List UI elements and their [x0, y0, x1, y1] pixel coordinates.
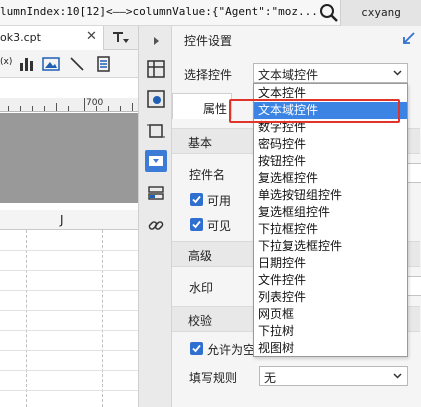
expand-arrow-icon[interactable] — [145, 30, 167, 52]
cell-attributes-icon[interactable] — [145, 58, 167, 80]
dropdown-option[interactable]: 复选框控件 — [254, 170, 407, 187]
dropdown-option[interactable]: 数字控件 — [254, 119, 407, 136]
widget-settings-icon[interactable] — [145, 150, 167, 172]
allow-empty-checkbox[interactable] — [190, 342, 203, 355]
tab-attributes[interactable]: 属性 — [172, 93, 232, 119]
widget-type-dropdown[interactable]: 文本控件 文本域控件 数字控件 密码控件 按钮控件 复选框控件 单选按钮组控件 … — [253, 83, 408, 357]
tab-menu-icon[interactable] — [108, 28, 132, 48]
dropdown-option[interactable]: 密码控件 — [254, 136, 407, 153]
column-header-j[interactable]: J — [60, 213, 64, 227]
spreadsheet-grid[interactable]: J — [0, 210, 138, 407]
hyperlink-icon[interactable] — [145, 214, 167, 236]
fill-rule-label: 填写规则 — [189, 371, 238, 385]
search-icon[interactable] — [318, 2, 340, 24]
dropdown-option[interactable]: 网页框 — [254, 306, 407, 323]
horizontal-ruler: 700 — [0, 98, 138, 112]
top-bar: lumnIndex:10[12]<——>columnValue:{"Agent"… — [0, 0, 421, 26]
allow-empty-label: 允许为空 — [207, 343, 256, 357]
section-basic-label: 基本 — [188, 136, 213, 150]
dropdown-option[interactable]: 单选按钮组控件 — [254, 187, 407, 204]
dropdown-option[interactable]: 文件控件 — [254, 272, 407, 289]
collapse-arrow-icon[interactable] — [402, 31, 416, 45]
chevron-down-icon — [391, 369, 404, 382]
available-label: 可用 — [207, 194, 232, 208]
watermark-label: 水印 — [189, 281, 214, 295]
tab-attributes-label: 属性 — [203, 102, 228, 116]
fill-rule-select[interactable]: 无 — [259, 366, 408, 386]
file-tab-strip: ok3.cpt ✕ — [0, 26, 138, 50]
slash-line-icon[interactable] — [68, 55, 86, 73]
dropdown-option[interactable]: 视图树 — [254, 340, 407, 356]
side-icon-toolbar — [138, 26, 172, 407]
visible-checkbox[interactable] — [190, 218, 203, 231]
chevron-down-icon — [391, 66, 404, 79]
image-icon[interactable] — [42, 55, 60, 73]
border-frame-icon[interactable] — [145, 120, 167, 142]
section-validate-label: 校验 — [188, 314, 213, 328]
visible-label: 可见 — [207, 219, 232, 233]
close-icon[interactable]: ✕ — [86, 29, 97, 44]
dropdown-option[interactable]: 下拉框控件 — [254, 221, 407, 238]
dropdown-option[interactable]: 下拉复选框控件 — [254, 238, 407, 255]
log-text: lumnIndex:10[12]<——>columnValue:{"Agent"… — [0, 5, 318, 18]
widget-type-value: 文本域控件 — [258, 68, 319, 82]
dropdown-option[interactable]: 按钮控件 — [254, 153, 407, 170]
page-setup-icon[interactable] — [94, 55, 112, 73]
dropdown-option[interactable]: 列表控件 — [254, 289, 407, 306]
panel-title: 控件设置 — [184, 34, 233, 48]
dropdown-option[interactable]: 日期控件 — [254, 255, 407, 272]
page-margin-area — [0, 113, 138, 203]
cell-info-icon[interactable] — [145, 88, 167, 110]
ruler-label: 700 — [86, 98, 104, 108]
dropdown-option[interactable]: 复选框组控件 — [254, 204, 407, 221]
section-advanced-label: 高级 — [188, 249, 213, 263]
file-tab[interactable]: ok3.cpt ✕ — [0, 26, 104, 50]
bar-chart-icon[interactable] — [18, 55, 36, 73]
editor-toolbar: (x) — [0, 50, 138, 78]
formula-icon[interactable]: (x) — [0, 57, 12, 67]
dropdown-option[interactable]: 文本控件 — [254, 85, 407, 102]
widget-type-select[interactable]: 文本域控件 — [253, 63, 408, 83]
condition-attributes-icon[interactable] — [145, 182, 167, 204]
dropdown-option[interactable]: 下拉树 — [254, 323, 407, 340]
file-tab-label: ok3.cpt — [0, 31, 41, 44]
column-header[interactable]: J — [0, 210, 138, 230]
dropdown-option-selected[interactable]: 文本域控件 — [254, 102, 407, 119]
fill-rule-value: 无 — [264, 371, 277, 385]
user-name[interactable]: cxyang — [340, 0, 421, 26]
available-checkbox[interactable] — [190, 193, 203, 206]
widget-name-label: 控件名 — [189, 168, 226, 182]
select-widget-label: 选择控件 — [184, 68, 233, 82]
